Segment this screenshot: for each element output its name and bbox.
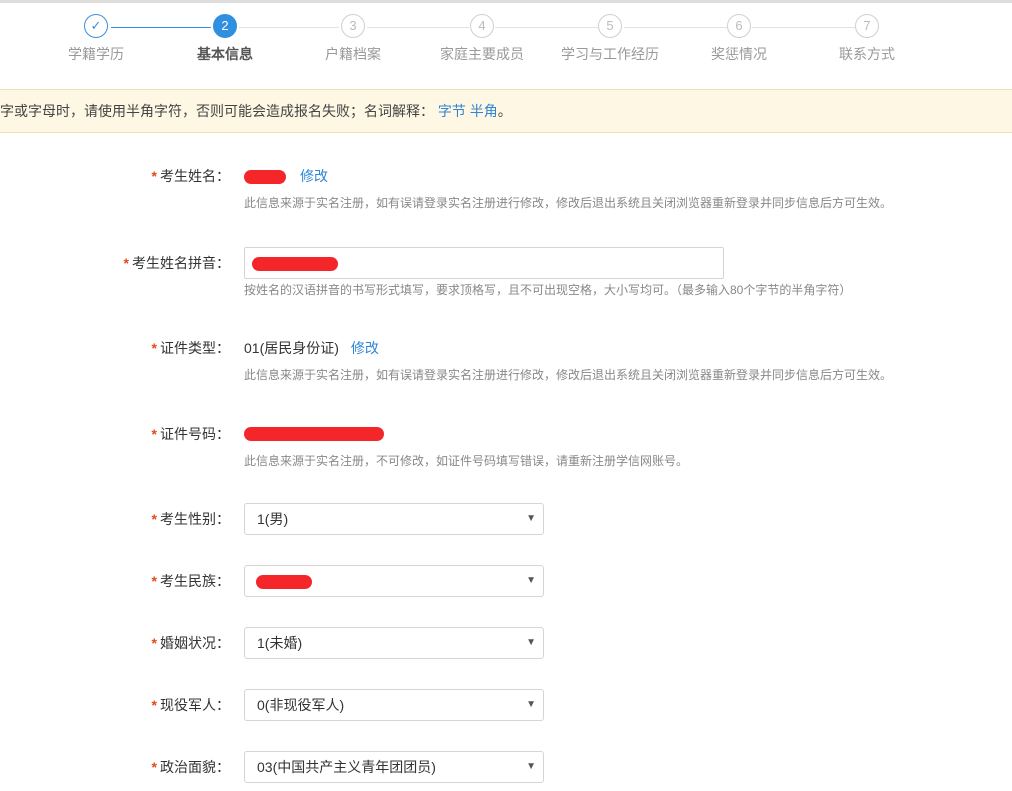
required-mark: * [151, 426, 157, 442]
redaction-mark [244, 427, 384, 441]
check-icon: ✓ [84, 14, 108, 38]
name-hint: 此信息来源于实名注册，如有误请登录实名注册进行修改，修改后退出系统且关闭浏览器重… [244, 196, 893, 210]
gender-label: * 考生性别： [151, 511, 230, 527]
step-label: 奖惩情况 [711, 46, 767, 62]
step-number: 6 [727, 14, 751, 38]
marital-label: * 婚姻状况： [151, 635, 230, 651]
step-label: 学籍学历 [68, 46, 124, 62]
step-number: 4 [470, 14, 494, 38]
required-mark: * [123, 255, 129, 271]
redaction-mark [252, 257, 338, 271]
military-select[interactable]: 0(非现役军人) ▼ [244, 689, 544, 721]
redaction-mark [244, 170, 286, 184]
step-1[interactable]: ✓ 学籍学历 [31, 14, 161, 64]
edit-name-link[interactable]: 修改 [300, 168, 328, 184]
step-7[interactable]: 7 联系方式 [802, 14, 932, 64]
progress-steps: ✓ 学籍学历 2 基本信息 3 户籍档案 4 家庭主要成员 5 学习与工作经历 … [0, 0, 1012, 80]
gender-select[interactable]: 1(男) ▼ [244, 503, 544, 535]
id-type-hint: 此信息来源于实名注册，如有误请登录实名注册进行修改，修改后退出系统且关闭浏览器重… [244, 368, 893, 382]
marital-select[interactable]: 1(未婚) ▼ [244, 627, 544, 659]
required-mark: * [151, 340, 157, 356]
pinyin-hint: 按姓名的汉语拼音的书写形式填写，要求顶格写，且不可出现空格，大小写均可。（最多输… [244, 283, 852, 297]
required-mark: * [151, 573, 157, 589]
required-mark: * [151, 635, 157, 651]
name-label: * 考生姓名： [151, 168, 230, 184]
notice-text: 字或字母时，请使用半角字符，否则可能会造成报名失败；名词解释： [0, 103, 434, 119]
step-4[interactable]: 4 家庭主要成员 [417, 14, 547, 64]
edit-id-type-link[interactable]: 修改 [351, 340, 379, 356]
step-number: 2 [213, 14, 237, 38]
political-select[interactable]: 03(中国共产主义青年团团员) ▼ [244, 751, 544, 783]
pinyin-label: * 考生姓名拼音： [123, 255, 230, 271]
step-6[interactable]: 6 奖惩情况 [674, 14, 804, 64]
step-label: 家庭主要成员 [440, 46, 524, 62]
step-2[interactable]: 2 基本信息 [160, 14, 290, 64]
step-number: 5 [598, 14, 622, 38]
chevron-down-icon: ▼ [526, 761, 536, 772]
required-mark: * [151, 759, 157, 775]
step-number: 3 [341, 14, 365, 38]
id-number-label: * 证件号码： [151, 426, 230, 442]
id-type-label: * 证件类型： [151, 340, 230, 356]
id-number-hint: 此信息来源于实名注册，不可修改，如证件号码填写错误，请重新注册学信网账号。 [244, 454, 689, 468]
step-label: 联系方式 [839, 46, 895, 62]
step-label: 学习与工作经历 [561, 46, 659, 62]
chevron-down-icon: ▼ [526, 513, 536, 524]
notice-tail: 。 [497, 103, 512, 119]
redaction-mark [256, 575, 312, 589]
link-half-width[interactable]: 半角 [470, 103, 498, 119]
required-mark: * [151, 511, 157, 527]
chevron-down-icon: ▼ [526, 699, 536, 710]
chevron-down-icon: ▼ [526, 637, 536, 648]
notice-banner: 字或字母时，请使用半角字符，否则可能会造成报名失败；名词解释： 字节 半角。 [0, 89, 1012, 133]
chevron-down-icon: ▼ [526, 575, 536, 586]
step-label: 户籍档案 [325, 46, 381, 62]
required-mark: * [151, 697, 157, 713]
link-byte[interactable]: 字节 [438, 103, 466, 119]
step-label: 基本信息 [197, 46, 253, 62]
political-label: * 政治面貌： [151, 759, 230, 775]
step-number: 7 [855, 14, 879, 38]
military-label: * 现役军人： [151, 697, 230, 713]
required-mark: * [151, 168, 157, 184]
id-type-value: 01(居民身份证) 修改 [244, 340, 379, 356]
ethnicity-label: * 考生民族： [151, 573, 230, 589]
step-5[interactable]: 5 学习与工作经历 [545, 14, 675, 64]
step-3[interactable]: 3 户籍档案 [288, 14, 418, 64]
